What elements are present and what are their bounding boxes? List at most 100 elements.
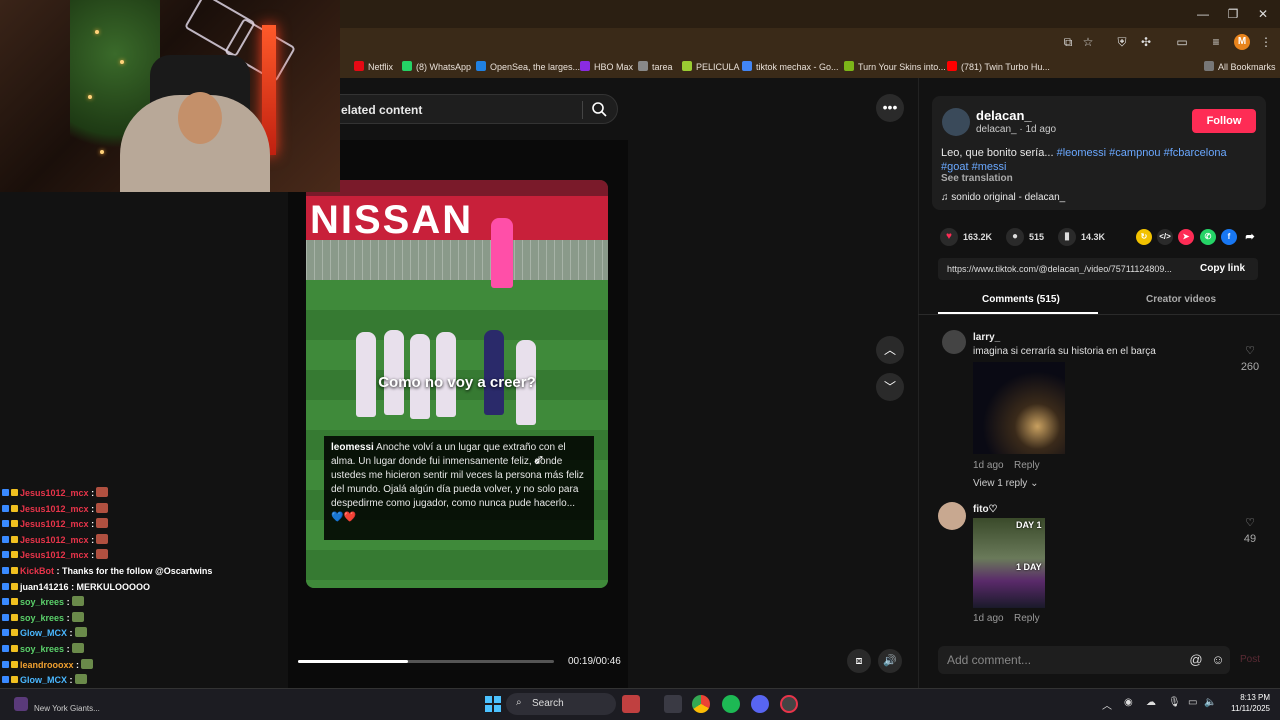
likes-stat[interactable]: ♥ 163.2K [940, 228, 992, 246]
facebook-icon[interactable]: f [1221, 229, 1237, 245]
chat-username[interactable]: Jesus1012_mcx [20, 550, 89, 560]
close-window-button[interactable]: ✕ [1248, 5, 1278, 23]
all-bookmarks[interactable]: All Bookmarks [1204, 60, 1276, 74]
cast-icon[interactable]: ⧉ [1060, 34, 1076, 50]
chrome-icon[interactable] [692, 695, 710, 713]
chat-badge-icon [2, 582, 9, 590]
reading-list-icon[interactable]: ≡ [1208, 34, 1224, 50]
volume-tray-icon[interactable]: 🔈 [1204, 697, 1216, 708]
mention-icon[interactable]: @ [1188, 652, 1204, 668]
chat-username[interactable]: Jesus1012_mcx [20, 535, 89, 545]
tray-overflow-icon[interactable]: ︿ [1102, 697, 1112, 712]
share-arrow-icon[interactable]: ➦ [1242, 229, 1258, 245]
commenter-avatar[interactable] [938, 502, 966, 530]
bookmark-item[interactable]: tarea [638, 60, 673, 74]
weather-news-icon[interactable] [14, 697, 28, 711]
search-bar[interactable]: elated content [320, 94, 618, 124]
chat-username[interactable]: soy_krees [20, 644, 64, 654]
profile-avatar[interactable]: M [1234, 34, 1250, 50]
hashtags[interactable]: #leomessi #campnou #fcbarcelona [1057, 147, 1227, 159]
chat-username[interactable]: Glow_MCX [20, 628, 67, 638]
tab-creator-videos[interactable]: Creator videos [1146, 294, 1216, 305]
onedrive-icon[interactable]: ☁ [1146, 697, 1156, 708]
comment-image[interactable] [973, 362, 1065, 454]
bookmark-star-icon[interactable]: ☆ [1080, 34, 1096, 50]
follow-button[interactable]: Follow [1192, 109, 1256, 133]
comment-input[interactable]: Add comment... [947, 653, 1031, 667]
copy-link-button[interactable]: Copy link [1200, 263, 1245, 274]
chat-message: Jesus1012_mcx : [2, 502, 109, 516]
spotify-icon[interactable] [722, 695, 740, 713]
bookmark-item[interactable]: OpenSea, the larges... [476, 60, 580, 74]
comment-username[interactable]: larry_ [973, 332, 1000, 343]
hashtags[interactable]: #goat #messi [941, 161, 1006, 173]
chat-username[interactable]: Jesus1012_mcx [20, 504, 89, 514]
chat-emote-icon [81, 658, 94, 669]
pip-button[interactable]: ⧈ [847, 649, 871, 673]
tray-app-icon[interactable]: ◉ [1124, 697, 1133, 708]
chat-username[interactable]: soy_krees [20, 597, 64, 607]
reply-button[interactable]: Reply [1014, 613, 1040, 624]
chat-username[interactable]: Glow_MCX [20, 675, 67, 685]
view-replies-link[interactable]: View 1 reply ⌄ [973, 478, 1038, 489]
sound-link[interactable]: ♫ sonido original - delacan_ [941, 192, 1065, 203]
shield-extension-icon[interactable]: ⛨ [1114, 34, 1130, 50]
bookmark-item[interactable]: PELICULA [682, 60, 740, 74]
whatsapp-icon[interactable]: ✆ [1200, 229, 1216, 245]
author-name[interactable]: delacan_ [976, 108, 1032, 123]
see-translation-link[interactable]: See translation [941, 173, 1013, 184]
send-icon[interactable]: ➤ [1178, 229, 1194, 245]
post-button[interactable]: Post [1240, 654, 1260, 665]
search-highlight-icon[interactable] [622, 695, 640, 713]
clock[interactable]: 8:13 PM 11/11/2025 [1226, 692, 1270, 714]
bookmark-item[interactable]: (781) Twin Turbo Hu... [947, 60, 1050, 74]
author-avatar[interactable] [942, 108, 970, 136]
split-view-icon[interactable]: ▭ [1174, 34, 1190, 50]
reply-button[interactable]: Reply [1014, 460, 1040, 471]
comment-like-icon[interactable]: ♡ [1238, 516, 1262, 529]
bookmark-label: Turn Your Skins into... [858, 62, 946, 72]
microphone-icon[interactable]: 🎙 [1168, 697, 1181, 708]
task-view-icon[interactable] [664, 695, 682, 713]
more-options-button[interactable]: ••• [876, 94, 904, 122]
chat-username[interactable]: KickBot [20, 566, 54, 576]
saves-stat[interactable]: ▮ 14.3K [1058, 228, 1105, 246]
chat-username[interactable]: Jesus1012_mcx [20, 519, 89, 529]
repost-icon[interactable]: ↻ [1136, 229, 1152, 245]
share-link-url[interactable]: https://www.tiktok.com/@delacan_/video/7… [947, 264, 1193, 274]
restore-button[interactable]: ❐ [1218, 5, 1248, 23]
comments-stat[interactable]: ● 515 [1006, 228, 1044, 246]
emoji-icon[interactable]: ☺ [1210, 652, 1226, 668]
windows-start-icon[interactable] [484, 695, 502, 713]
menu-kebab-icon[interactable]: ⋮ [1258, 34, 1274, 50]
bookmark-item[interactable]: HBO Max [580, 60, 633, 74]
bookmark-item[interactable]: Netflix [354, 60, 393, 74]
comment-username[interactable]: fito♡ [973, 504, 998, 515]
search-input[interactable]: elated content [341, 103, 422, 117]
taskbar-search[interactable]: Search [506, 693, 616, 715]
tab-comments[interactable]: Comments (515) [982, 294, 1060, 305]
commenter-avatar[interactable] [942, 330, 966, 354]
bookmark-item[interactable]: tiktok mechax - Go... [742, 60, 839, 74]
video-player[interactable]: NISSAN Como no voy a creer? leomessi Ano… [306, 180, 608, 588]
network-icon[interactable]: ▭ [1188, 697, 1197, 708]
bookmark-item[interactable]: (8) WhatsApp [402, 60, 471, 74]
comment-like-icon[interactable]: ♡ [1238, 344, 1262, 357]
news-widget[interactable]: New York Giants... [34, 704, 100, 713]
chat-username[interactable]: Jesus1012_mcx [20, 488, 89, 498]
minimize-button[interactable]: — [1188, 5, 1218, 23]
video-progress-bar[interactable] [298, 660, 554, 663]
volume-icon[interactable]: 🔊 [878, 649, 902, 673]
messi-figure [484, 330, 504, 415]
chat-username[interactable]: juan141216 [20, 582, 69, 592]
embed-icon[interactable]: </> [1157, 229, 1173, 245]
app-icon[interactable] [780, 695, 798, 713]
extensions-icon[interactable]: ✣ [1138, 34, 1154, 50]
chat-username[interactable]: soy_krees [20, 613, 64, 623]
previous-video-button[interactable]: ︿ [876, 336, 904, 364]
chat-username[interactable]: leandroooxx [20, 660, 74, 670]
next-video-button[interactable]: ﹀ [876, 373, 904, 401]
bookmark-item[interactable]: Turn Your Skins into... [844, 60, 946, 74]
search-icon[interactable] [591, 101, 607, 117]
discord-icon[interactable] [751, 695, 769, 713]
